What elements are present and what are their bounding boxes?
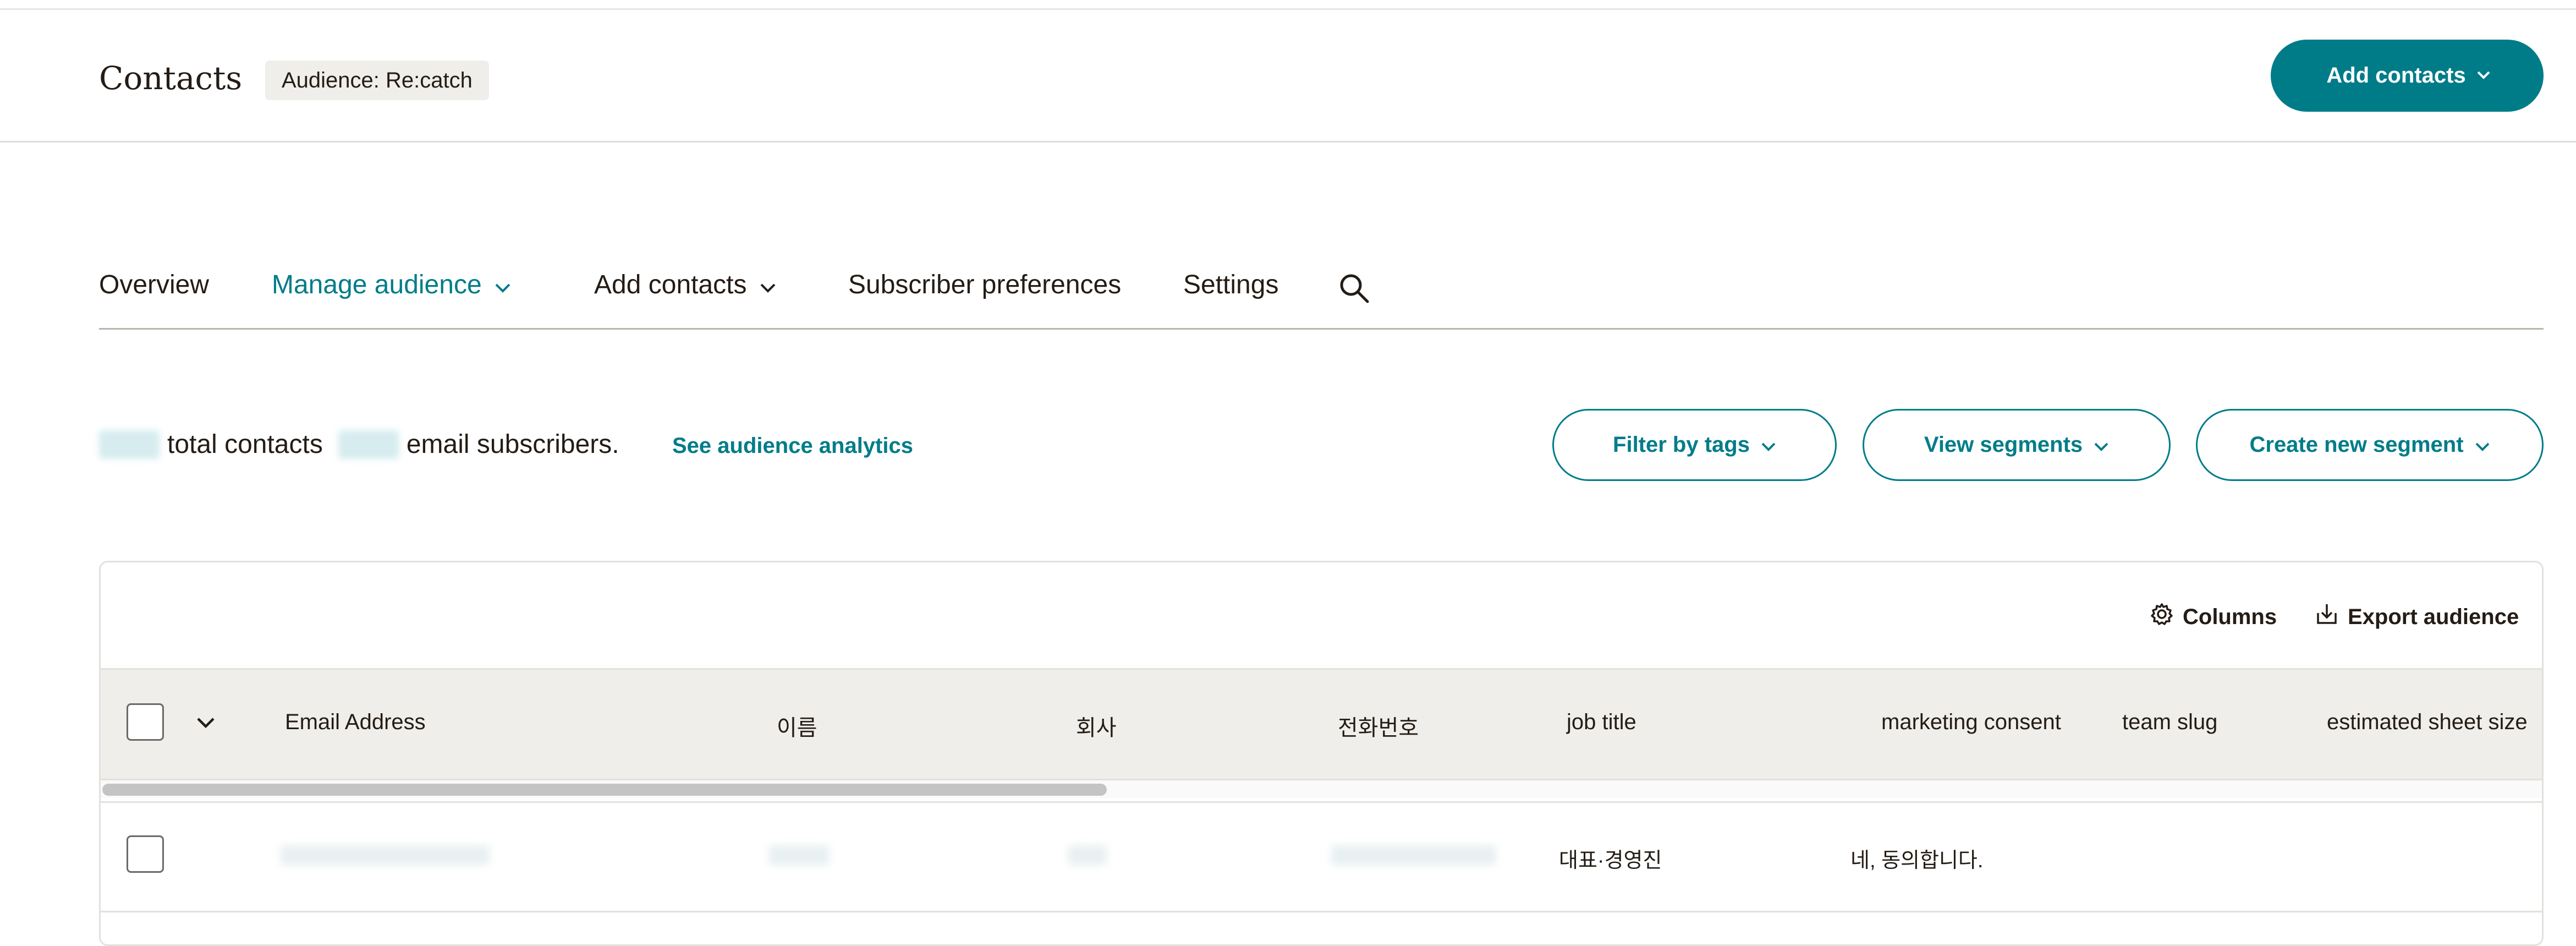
chevron-down-icon [494,270,512,300]
horizontal-scrollbar-thumb[interactable] [102,784,1107,796]
column-header-email[interactable]: Email Address [285,710,426,735]
view-segments-button[interactable]: View segments [1863,409,2171,481]
chevron-down-icon [2477,70,2490,81]
audience-badge: Audience: Re:catch [265,61,489,100]
chevron-down-icon [759,270,777,300]
nav-subscriber-preferences-label: Subscriber preferences [848,270,1122,299]
export-audience-button[interactable]: Export audience [2315,602,2519,632]
email-subscribers-text: email subscribers. [406,430,619,459]
marketing-consent-cell: 네, 동의합니다. [1850,849,1984,872]
job-title-cell: 대표·경영진 [1559,849,1662,872]
see-audience-analytics-link[interactable]: See audience analytics [672,434,913,458]
chevron-down-icon[interactable] [196,717,216,731]
column-header-marketing-consent[interactable]: marketing consent [1881,710,2061,735]
gear-icon [2150,602,2174,632]
view-segments-label: View segments [1924,433,2083,457]
nav-manage-audience-label: Manage audience [272,270,482,299]
email-cell-redacted [281,845,490,865]
nav-settings[interactable]: Settings [1183,270,1278,300]
nav-manage-audience[interactable]: Manage audience [272,270,512,300]
create-new-segment-label: Create new segment [2249,433,2464,457]
columns-label: Columns [2183,604,2277,629]
chevron-down-icon [1761,433,1776,457]
name-cell-redacted [769,845,830,865]
nav-overview[interactable]: Overview [99,270,209,300]
create-new-segment-button[interactable]: Create new segment [2196,409,2544,481]
row-checkbox[interactable] [127,835,164,873]
company-cell-redacted [1068,845,1107,865]
column-header-team-slug[interactable]: team slug [2122,710,2217,735]
select-all-checkbox[interactable] [127,703,164,741]
column-header-estimated-sheet-size[interactable]: estimated sheet size [2327,710,2528,735]
nav-subscriber-preferences[interactable]: Subscriber preferences [848,270,1121,300]
phone-cell-redacted [1331,845,1496,865]
column-header-phone[interactable]: 전화번호 [1338,710,1419,742]
nav-settings-label: Settings [1183,270,1279,299]
filter-by-tags-button[interactable]: Filter by tags [1552,409,1837,481]
add-contacts-button[interactable]: Add contacts [2271,40,2544,112]
email-subscribers-count-redacted [338,430,399,459]
nav-divider [99,328,2544,330]
export-audience-label: Export audience [2348,604,2519,629]
column-header-company[interactable]: 회사 [1076,710,1117,742]
top-divider [0,8,2576,10]
contacts-summary: total contacts email subscribers. [99,429,619,460]
column-header-name[interactable]: 이름 [777,710,817,742]
column-header-job-title[interactable]: job title [1567,710,1636,735]
total-contacts-count-redacted [99,430,160,459]
chevron-down-icon [2094,433,2109,457]
search-icon[interactable] [1337,271,1372,306]
nav-add-contacts[interactable]: Add contacts [594,270,777,300]
page-title: Contacts [99,59,243,97]
nav-overview-label: Overview [99,270,210,299]
filter-by-tags-label: Filter by tags [1613,433,1750,457]
export-icon [2315,602,2339,632]
add-contacts-button-label: Add contacts [2326,63,2466,88]
header-divider [0,141,2576,143]
columns-button[interactable]: Columns [2150,602,2277,632]
total-contacts-text: total contacts [167,430,323,459]
chevron-down-icon [2475,433,2490,457]
nav-add-contacts-label: Add contacts [594,270,747,299]
